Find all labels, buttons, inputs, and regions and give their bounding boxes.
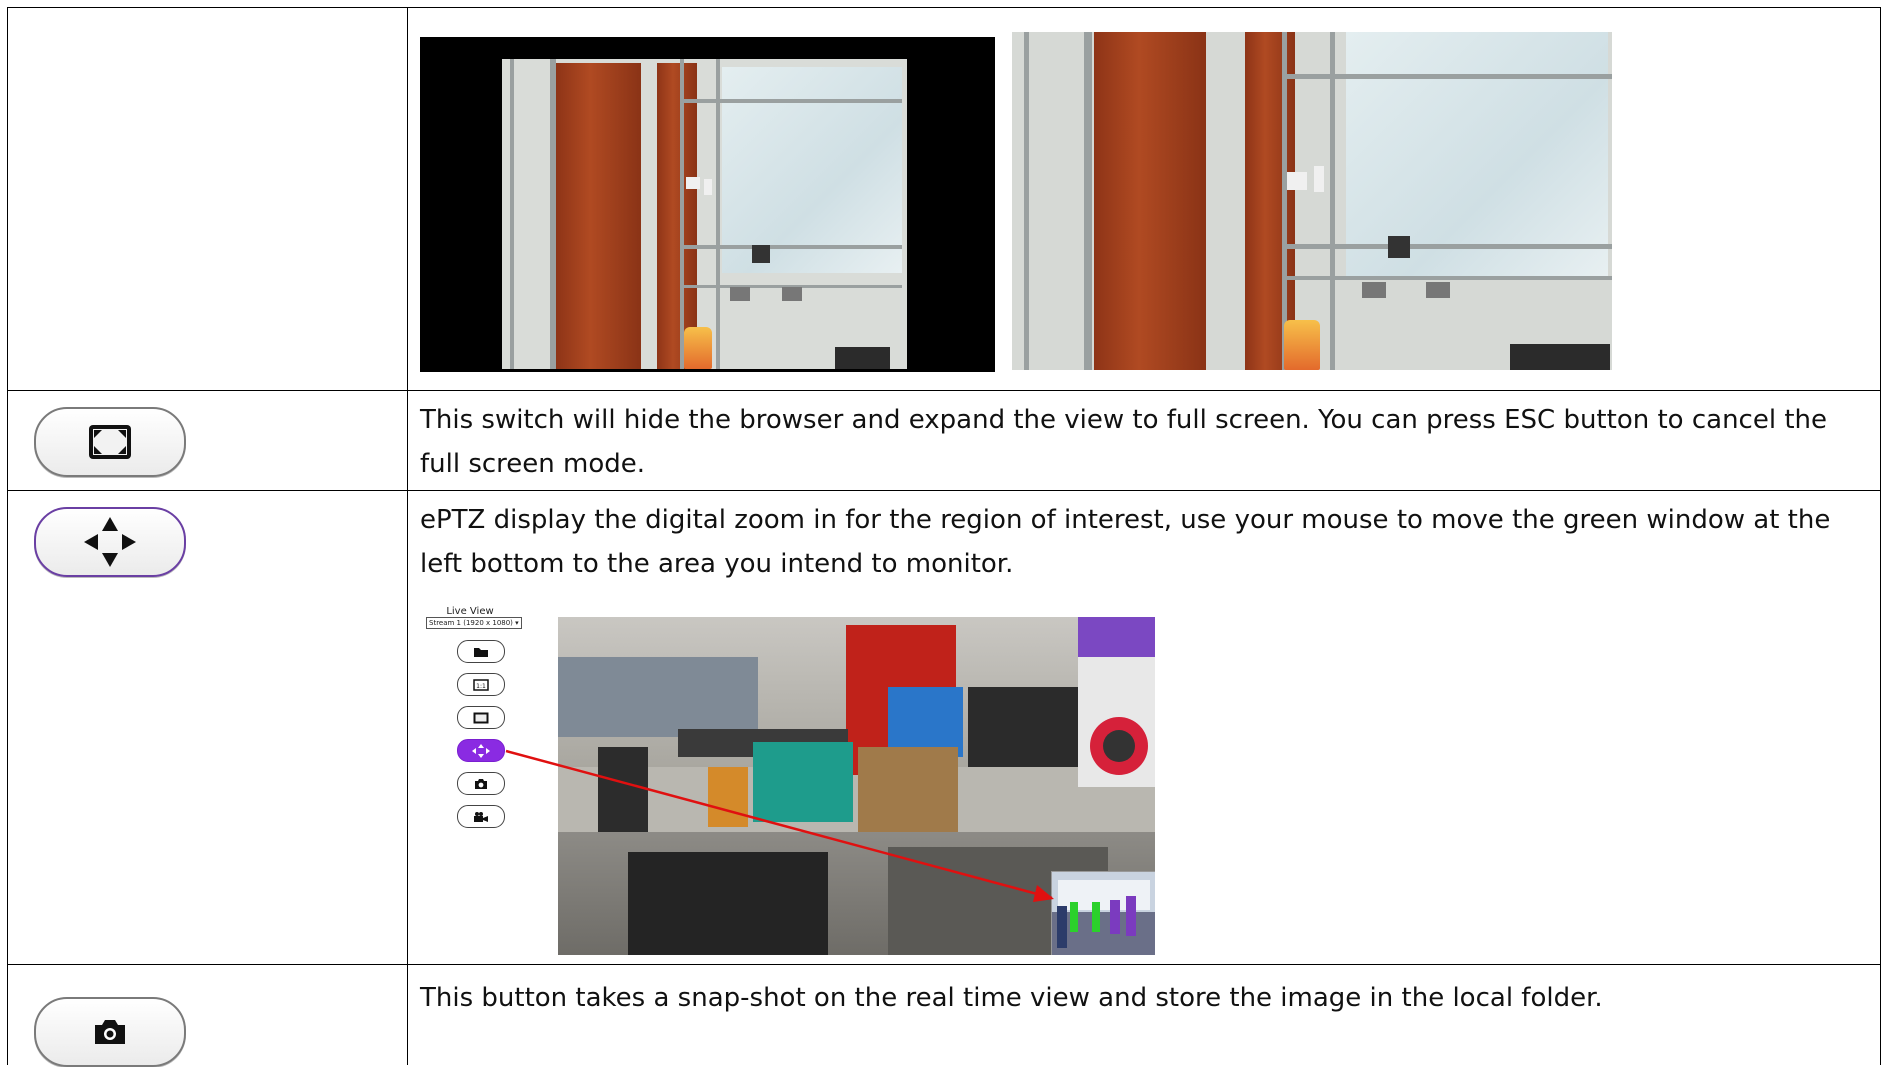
camera-icon — [95, 1020, 125, 1044]
eptz-button[interactable] — [34, 507, 186, 577]
camera-view-fullscreen — [1012, 32, 1612, 370]
table-column-divider — [407, 7, 408, 1065]
eptz-description: ePTZ display the digital zoom in for the… — [420, 505, 1831, 579]
table-border-top — [7, 7, 1881, 8]
table-row-divider — [7, 964, 1881, 965]
table-row-divider — [7, 490, 1881, 491]
snapshot-description: This button takes a snap-shot on the rea… — [420, 983, 1603, 1013]
snapshot-button[interactable] — [34, 997, 186, 1067]
live-view-panel: Live View Stream 1 (1920 x 1080) ▾ 1:1 — [420, 602, 1160, 957]
table-row-divider — [7, 390, 1881, 391]
eptz-arrows-icon — [84, 517, 136, 567]
fullscreen-icon — [89, 425, 131, 459]
red-arrow-icon — [505, 749, 1054, 902]
document-table: This switch will hide the browser and ex… — [0, 0, 1881, 1067]
fullscreen-button[interactable] — [34, 407, 186, 477]
table-border-left — [7, 7, 8, 1065]
fullscreen-description: This switch will hide the browser and ex… — [420, 405, 1827, 479]
camera-view-letterboxed — [420, 37, 995, 372]
